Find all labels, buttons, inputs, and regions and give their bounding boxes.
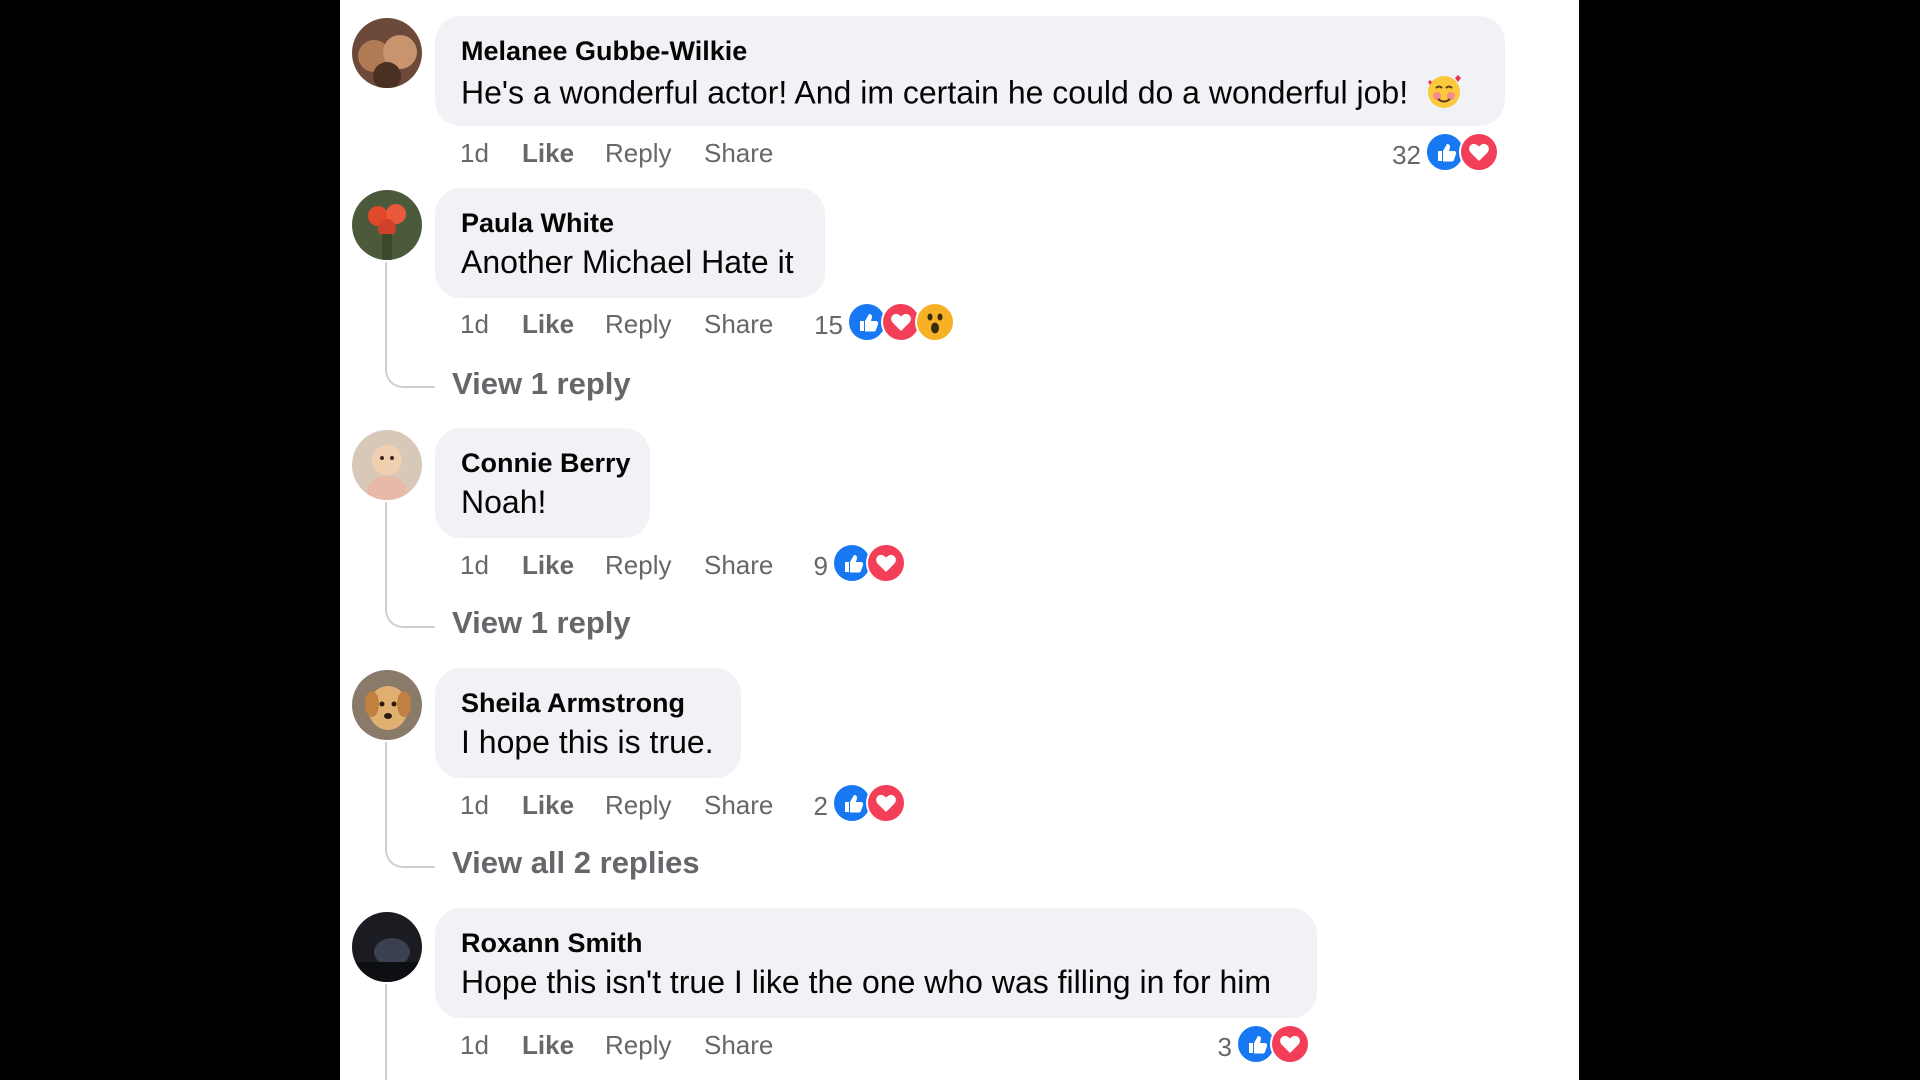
comment-bubble: Melanee Gubbe-Wilkie He's a wonderful ac… — [435, 16, 1505, 126]
comment-bubble: Connie Berry Noah! — [435, 428, 650, 538]
share-button[interactable]: Share — [704, 550, 773, 581]
love-reaction-icon — [1459, 132, 1499, 172]
reactions-summary[interactable]: 2 — [814, 783, 912, 823]
comment-author[interactable]: Connie Berry — [461, 448, 631, 479]
reaction-count: 9 — [813, 551, 828, 581]
avatar[interactable] — [352, 670, 422, 740]
like-button[interactable]: Like — [522, 309, 574, 340]
comment-timestamp[interactable]: 1d — [460, 790, 489, 821]
reaction-count: 2 — [813, 791, 828, 821]
reaction-count: 3 — [1217, 1032, 1232, 1062]
comment-author[interactable]: Roxann Smith — [461, 928, 643, 959]
reaction-count: 32 — [1392, 140, 1421, 170]
share-button[interactable]: Share — [704, 1030, 773, 1061]
comment-author[interactable]: Sheila Armstrong — [461, 688, 685, 719]
comment-text: He's a wonderful actor! And im certain h… — [461, 72, 1463, 118]
avatar[interactable] — [352, 430, 422, 500]
reply-button[interactable]: Reply — [605, 790, 671, 821]
comment-text: Hope this isn't true I like the one who … — [461, 964, 1272, 1000]
share-button[interactable]: Share — [704, 790, 773, 821]
comment-author[interactable]: Paula White — [461, 208, 614, 239]
like-button[interactable]: Like — [522, 1030, 574, 1061]
thread-line — [385, 742, 387, 842]
comment-timestamp[interactable]: 1d — [460, 309, 489, 340]
thread-line — [385, 262, 387, 362]
reaction-count: 15 — [814, 310, 843, 340]
view-replies-link[interactable]: View 1 reply — [452, 366, 631, 402]
thread-line — [385, 984, 387, 1080]
avatar[interactable] — [352, 912, 422, 982]
comment-text: I hope this is true. — [461, 724, 714, 760]
thread-line — [385, 502, 387, 602]
like-button[interactable]: Like — [522, 138, 574, 169]
love-reaction-icon — [1270, 1024, 1310, 1064]
comment-timestamp[interactable]: 1d — [460, 550, 489, 581]
thread-connector — [385, 838, 435, 868]
view-replies-link[interactable]: View all 2 replies — [452, 845, 700, 881]
comment-timestamp[interactable]: 1d — [460, 1030, 489, 1061]
comment-author[interactable]: Melanee Gubbe-Wilkie — [461, 36, 747, 67]
comment-bubble: Roxann Smith Hope this isn't true I like… — [435, 908, 1317, 1018]
reactions-summary[interactable]: 3 — [1218, 1024, 1316, 1064]
love-reaction-icon — [866, 783, 906, 823]
reply-button[interactable]: Reply — [605, 138, 671, 169]
avatar[interactable] — [352, 18, 422, 88]
reply-button[interactable]: Reply — [605, 1030, 671, 1061]
comment-timestamp[interactable]: 1d — [460, 138, 489, 169]
share-button[interactable]: Share — [704, 138, 773, 169]
comment-text: Another Michael Hate it — [461, 244, 794, 280]
view-replies-link[interactable]: View 1 reply — [452, 605, 631, 641]
like-button[interactable]: Like — [522, 550, 574, 581]
reactions-summary[interactable]: 15 — [814, 302, 959, 342]
reply-button[interactable]: Reply — [605, 550, 671, 581]
comments-panel: Melanee Gubbe-Wilkie He's a wonderful ac… — [340, 0, 1579, 1080]
reactions-summary[interactable]: 9 — [814, 543, 912, 583]
avatar[interactable] — [352, 190, 422, 260]
comment-bubble: Paula White Another Michael Hate it — [435, 188, 825, 298]
reply-button[interactable]: Reply — [605, 309, 671, 340]
reactions-summary[interactable]: 32 — [1392, 132, 1505, 172]
comment-text: Noah! — [461, 484, 547, 520]
thread-connector — [385, 358, 435, 388]
wow-reaction-icon — [915, 302, 955, 342]
like-button[interactable]: Like — [522, 790, 574, 821]
comment-bubble: Sheila Armstrong I hope this is true. — [435, 668, 741, 778]
smiling-face-with-hearts-emoji — [1425, 72, 1463, 118]
thread-connector — [385, 598, 435, 628]
share-button[interactable]: Share — [704, 309, 773, 340]
love-reaction-icon — [866, 543, 906, 583]
